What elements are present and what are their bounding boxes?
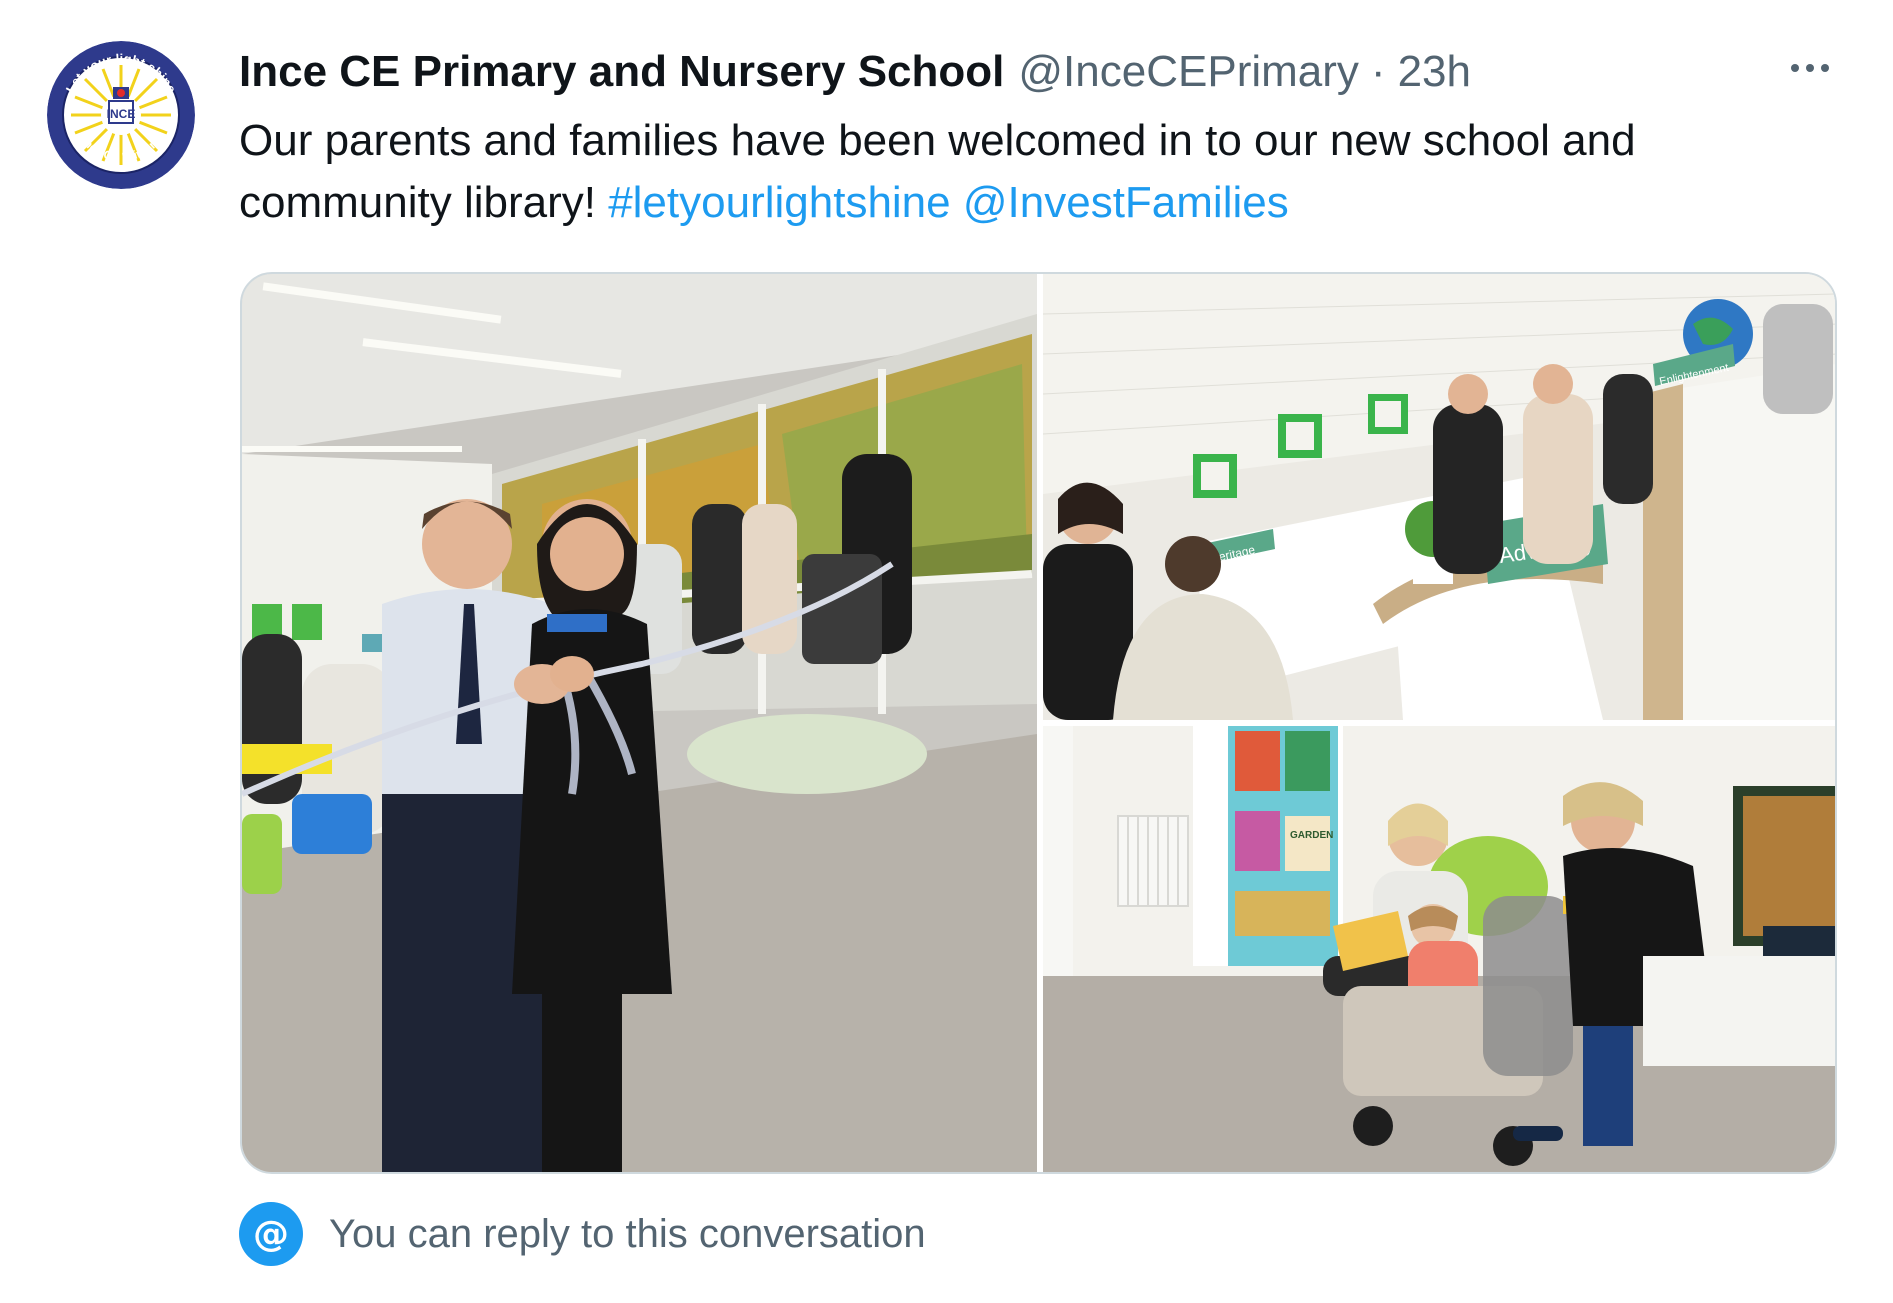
avatar-center-text: INCE: [107, 107, 136, 121]
school-logo: INCE Let your light shine Ince CE Primar…: [47, 41, 195, 189]
library-shelves-photo[interactable]: Advocacy Heritage Enlightenment: [1043, 274, 1835, 720]
more-options-icon[interactable]: [1780, 48, 1840, 88]
reading-corner-photo[interactable]: GARDEN: [1043, 726, 1835, 1172]
book-title-garden: GARDEN: [1290, 830, 1333, 841]
media-grid: Advocacy Heritage Enlightenment: [240, 272, 1837, 1174]
tweet-body: Our parents and families have been welco…: [239, 110, 1819, 234]
separator-dot: ·: [1370, 47, 1386, 96]
display-name[interactable]: Ince CE Primary and Nursery School: [239, 44, 1004, 100]
tweet: INCE Let your light shine Ince CE Primar…: [0, 0, 1893, 1303]
ribbon-cutting-photo[interactable]: [242, 274, 1037, 1172]
school-avatar[interactable]: INCE Let your light shine Ince CE Primar…: [47, 41, 195, 189]
timestamp[interactable]: 23h: [1398, 44, 1471, 100]
reply-notice-text: You can reply to this conversation: [329, 1211, 926, 1256]
reply-notice: @ You can reply to this conversation: [239, 1202, 926, 1266]
user-handle[interactable]: @InceCEPrimary: [1018, 44, 1359, 100]
at-icon: @: [239, 1202, 303, 1266]
tweet-header: Ince CE Primary and Nursery School @Ince…: [239, 44, 1471, 100]
mention-link[interactable]: @InvestFamilies: [963, 178, 1289, 227]
hashtag-link[interactable]: #letyourlightshine: [608, 178, 950, 227]
